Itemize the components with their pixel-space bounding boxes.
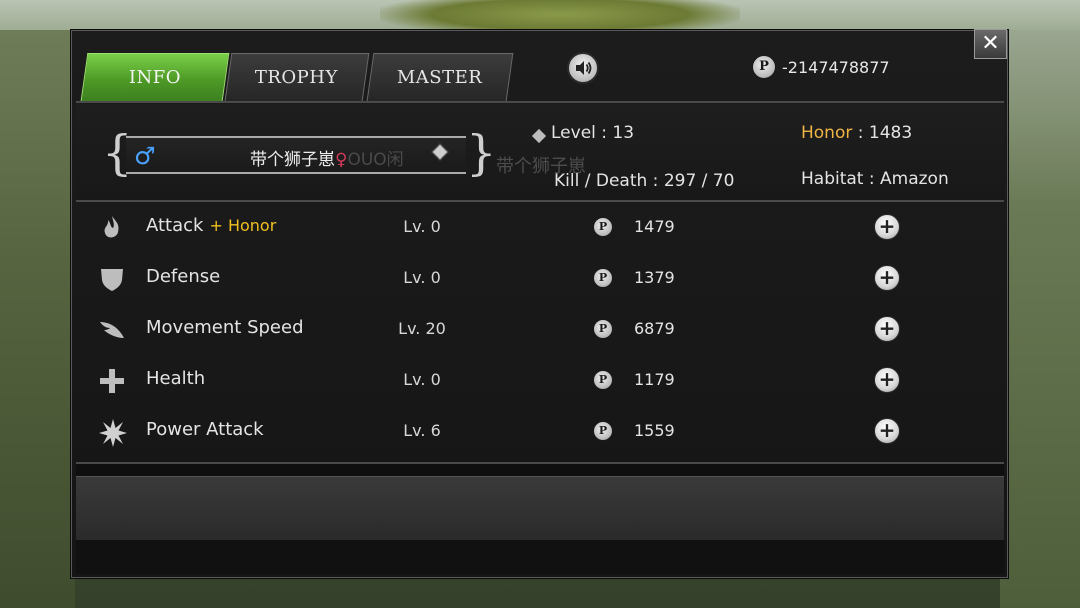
upgrade-bonus-text: + Honor <box>209 216 277 235</box>
tab-trophy-label: TROPHY <box>255 67 339 88</box>
upgrade-row-movement-speed: Movement Speed Lv. 20 P 6879 + <box>76 304 1004 354</box>
cross-icon <box>98 367 126 395</box>
level-value: 13 <box>612 123 635 143</box>
female-symbol: ♀ <box>335 150 348 170</box>
upgrade-name-text: Movement Speed <box>146 317 304 338</box>
p-coin-icon: P <box>593 370 613 390</box>
p-coin-icon: P <box>593 217 613 237</box>
background-grass-right <box>1000 30 1080 608</box>
habitat-label: Habitat <box>801 169 864 189</box>
kd-value: 297 / 70 <box>663 171 735 191</box>
habitat-value: Amazon <box>880 169 949 189</box>
wing-icon <box>98 316 126 344</box>
upgrade-cost: 1479 <box>634 217 675 236</box>
upgrade-plus-button[interactable]: + <box>874 418 900 444</box>
upgrade-cost: 1559 <box>634 421 675 440</box>
burst-icon <box>98 418 127 447</box>
upgrade-name-text: Power Attack <box>146 419 264 440</box>
honor-label: Honor <box>801 123 853 143</box>
currency-display: P -2147478877 <box>752 55 890 79</box>
panel-bottom-strip <box>76 462 1004 476</box>
upgrade-name: Defense <box>146 266 220 287</box>
currency-value: -2147478877 <box>782 57 890 77</box>
upgrade-cost: 6879 <box>634 319 675 338</box>
kd-label: Kill / Death <box>554 171 648 191</box>
panel-footer-dark <box>76 540 1004 574</box>
tab-master[interactable]: MASTER <box>366 53 514 101</box>
habitat-stat: Habitat : Amazon <box>801 169 949 189</box>
upgrade-plus-button[interactable]: + <box>874 316 900 342</box>
upgrade-name-text: Attack <box>146 215 204 236</box>
p-coin-icon: P <box>593 421 613 441</box>
upgrade-plus-button[interactable]: + <box>874 367 900 393</box>
p-coin-icon: P <box>752 55 776 79</box>
male-gender-icon: ♂ <box>134 142 156 170</box>
upgrade-name: Movement Speed <box>146 317 304 338</box>
upgrade-level: Lv. 0 <box>403 370 441 389</box>
level-label: Level <box>551 123 596 143</box>
tab-trophy[interactable]: TROPHY <box>224 53 370 101</box>
tab-master-label: MASTER <box>397 67 483 88</box>
upgrade-row-defense: Defense Lv. 0 P 1379 + <box>76 253 1004 303</box>
close-button[interactable]: ✕ <box>974 29 1007 59</box>
upgrade-level: Lv. 20 <box>398 319 446 338</box>
right-bracket-ornament: } <box>466 125 497 181</box>
player-name-text: 带个狮子崽 <box>250 150 335 170</box>
honor-stat: Honor : 1483 <box>801 123 912 143</box>
habitat-sep: : <box>863 169 881 189</box>
upgrade-level: Lv. 6 <box>403 421 441 440</box>
player-name-suffix: OUO闲 <box>347 150 404 170</box>
header-divider <box>76 101 1004 103</box>
tab-info[interactable]: INFO <box>80 53 230 101</box>
upgrade-name-text: Defense <box>146 266 221 287</box>
upgrade-name: Attack + Honor <box>146 215 276 236</box>
speaker-icon <box>576 61 592 75</box>
level-sep: : <box>595 123 613 143</box>
upgrade-name: Power Attack <box>146 419 264 440</box>
upgrade-plus-button[interactable]: + <box>874 265 900 291</box>
upgrade-row-attack: Attack + Honor Lv. 0 P 1479 + <box>76 202 1004 252</box>
upgrade-cost: 1179 <box>634 370 675 389</box>
upgrade-row-power-attack: Power Attack Lv. 6 P 1559 + <box>76 406 1004 456</box>
upgrade-plus-button[interactable]: + <box>874 214 900 240</box>
player-name-frame: { } ♂ 带个狮子崽♀OUO闲 <box>102 125 497 182</box>
flame-icon <box>98 214 126 242</box>
upgrade-level: Lv. 0 <box>403 217 441 236</box>
upgrade-row-health: Health Lv. 0 P 1179 + <box>76 355 1004 405</box>
upgrade-name-text: Health <box>146 368 206 389</box>
p-coin-icon: P <box>593 319 613 339</box>
sound-toggle-button[interactable] <box>567 52 599 84</box>
upgrade-cost: 1379 <box>634 268 675 287</box>
tab-info-label: INFO <box>128 67 181 88</box>
honor-value: 1483 <box>868 123 913 143</box>
left-bracket-ornament: { <box>102 125 133 181</box>
honor-sep: : <box>852 123 869 143</box>
upgrade-level: Lv. 0 <box>403 268 441 287</box>
panel-footer <box>76 476 1004 541</box>
upgrade-name: Health <box>146 368 205 389</box>
p-coin-icon: P <box>593 268 613 288</box>
player-name: 带个狮子崽♀OUO闲 <box>250 145 404 170</box>
kd-stat: Kill / Death : 297 / 70 <box>554 171 734 191</box>
shield-icon <box>98 265 126 293</box>
level-stat: Level : 13 <box>551 123 634 143</box>
kd-sep: : <box>647 171 664 191</box>
background-grass-left <box>0 30 75 608</box>
